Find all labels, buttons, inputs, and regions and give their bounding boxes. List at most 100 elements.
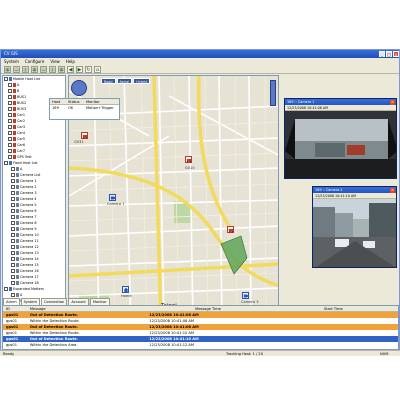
tree-checkbox[interactable] (8, 113, 12, 117)
vehicle-icon (12, 101, 16, 105)
map-mode-road[interactable]: Road (101, 78, 116, 84)
map-mode-hybrid[interactable]: Hybrid (133, 78, 151, 84)
tree-checkbox[interactable] (8, 107, 12, 111)
tab-monitor[interactable]: Monitor (89, 298, 110, 305)
tree-checkbox[interactable] (11, 197, 15, 201)
close-icon[interactable]: × (390, 99, 395, 105)
vehicle-marker[interactable] (185, 156, 192, 163)
tree-checkbox[interactable] (11, 167, 15, 171)
toolbar: ▦ ▤ ▥ ▦ ▤ ▥ ▦ ◀ ▶ ↻ ⌂ (1, 65, 399, 74)
camera-title: 169 :: Camera 1 (287, 100, 315, 104)
tree-checkbox[interactable] (11, 263, 15, 267)
tree-checkbox[interactable] (4, 287, 8, 291)
status-grid-row[interactable]: 169 OK Motion+Trigger (50, 105, 119, 111)
camera-icon (15, 245, 19, 249)
camera-video-feed (313, 199, 396, 267)
tree-checkbox[interactable] (8, 131, 12, 135)
home-icon[interactable]: ⌂ (94, 66, 101, 73)
map-label-g010: G010 (185, 166, 195, 170)
layout-icon[interactable]: ▥ (22, 66, 29, 73)
tree-checkbox[interactable] (8, 101, 12, 105)
layout-icon[interactable]: ▦ (58, 66, 65, 73)
tab-connection[interactable]: Connection (40, 298, 68, 305)
menu-system[interactable]: System (4, 58, 19, 65)
tree-checkbox[interactable] (8, 119, 12, 123)
bottom-tabs: Alarm System Connection Account Monitor (3, 298, 110, 305)
tree-checkbox[interactable] (8, 143, 12, 147)
tree-checkbox[interactable] (11, 239, 15, 243)
tree-checkbox[interactable] (11, 203, 15, 207)
tree-checkbox[interactable] (11, 293, 15, 297)
vehicle-marker[interactable] (227, 226, 234, 233)
tab-account[interactable]: Account (68, 298, 89, 305)
tree-checkbox[interactable] (8, 149, 12, 153)
layout-icon[interactable]: ▦ (31, 66, 38, 73)
minimize-button[interactable]: _ (379, 51, 385, 57)
map-mode-aerial[interactable]: Aerial (116, 78, 133, 84)
camera-marker[interactable] (242, 292, 249, 299)
tree-checkbox[interactable] (11, 251, 15, 255)
tab-system[interactable]: System (20, 298, 40, 305)
close-button[interactable]: × (393, 51, 399, 57)
column-header-start-time[interactable]: Start Time (267, 306, 398, 311)
maximize-button[interactable]: □ (386, 51, 392, 57)
tab-alarm[interactable]: Alarm (3, 298, 20, 305)
map-label-camera1: Camera 1 (107, 202, 125, 206)
camera-icon (15, 257, 19, 261)
camera-window-2[interactable]: 169 :: Camera 2 × 12/23/2008 10:41:10 AM (312, 186, 397, 268)
tree-checkbox[interactable] (11, 257, 15, 261)
vehicle-icon (12, 95, 16, 99)
camera-icon (15, 263, 19, 267)
tree-checkbox[interactable] (8, 125, 12, 129)
layout-icon[interactable]: ▤ (13, 66, 20, 73)
camera-window-1[interactable]: 169 :: Camera 1 × 12/23/2008 10:41:08 AM (284, 98, 397, 179)
home-marker[interactable] (122, 286, 129, 293)
tree-checkbox[interactable] (8, 137, 12, 141)
refresh-icon[interactable]: ↻ (85, 66, 92, 73)
tree-checkbox[interactable] (11, 233, 15, 237)
camera-icon (15, 275, 19, 279)
tree-checkbox[interactable] (8, 83, 12, 87)
tree-item-label: Expanded Matters (13, 287, 44, 291)
tree-checkbox[interactable] (8, 155, 12, 159)
vehicle-icon (12, 83, 16, 87)
tree-checkbox[interactable] (11, 275, 15, 279)
close-icon[interactable]: × (390, 187, 395, 193)
back-icon[interactable]: ◀ (67, 66, 74, 73)
column-header-message[interactable]: Message (28, 306, 147, 311)
tree-checkbox[interactable] (8, 95, 12, 99)
tree-checkbox[interactable] (11, 221, 15, 225)
camera-marker[interactable] (109, 194, 116, 201)
host-status-grid: Host Status Monitor 169 OK Motion+Trigge… (49, 98, 120, 120)
column-header-message-time[interactable]: Message Time (147, 306, 266, 311)
layout-icon[interactable]: ▥ (49, 66, 56, 73)
tree-checkbox[interactable] (11, 173, 15, 177)
alarm-row[interactable]: gps01 Within the Detection Area. 12/23/200… (3, 342, 398, 348)
layout-icon[interactable]: ▦ (4, 66, 11, 73)
menu-configure[interactable]: Configure (25, 58, 44, 65)
map-zoom-control[interactable] (270, 80, 276, 106)
column-header-id[interactable]: ID (3, 306, 28, 311)
tree-checkbox[interactable] (11, 227, 15, 231)
tree-checkbox[interactable] (11, 269, 15, 273)
alarm-start-time (267, 342, 398, 348)
camera-icon (15, 281, 19, 285)
alarm-id: gps01 (6, 343, 18, 347)
tree-checkbox[interactable] (11, 215, 15, 219)
tree-checkbox[interactable] (11, 281, 15, 285)
layout-icon[interactable]: ▤ (40, 66, 47, 73)
tree-checkbox[interactable] (11, 179, 15, 183)
tree-checkbox[interactable] (11, 185, 15, 189)
forward-icon[interactable]: ▶ (76, 66, 83, 73)
tree-checkbox[interactable] (11, 209, 15, 213)
vehicle-marker[interactable] (81, 132, 88, 139)
tree-checkbox[interactable] (4, 77, 8, 81)
tree-checkbox[interactable] (8, 89, 12, 93)
status-ready: Ready (3, 352, 15, 356)
menu-view[interactable]: View (50, 58, 60, 65)
map-navigation-control[interactable] (71, 80, 87, 96)
tree-checkbox[interactable] (4, 161, 8, 165)
tree-checkbox[interactable] (11, 191, 15, 195)
menu-help[interactable]: Help (66, 58, 75, 65)
tree-checkbox[interactable] (11, 245, 15, 249)
